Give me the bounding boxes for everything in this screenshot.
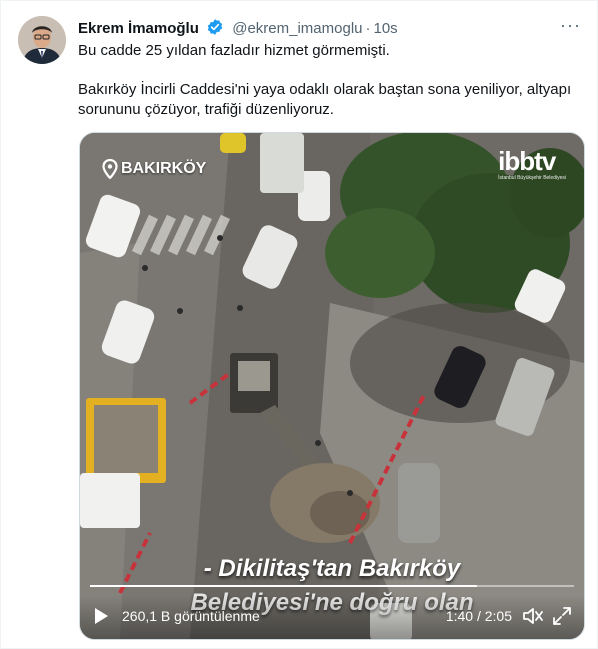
video-subtitle-line1: - Dikilitaş'tan Bakırköy <box>203 555 461 582</box>
location-overlay: BAKIRKÖY <box>102 159 206 179</box>
tweet-time[interactable]: 10s <box>374 20 398 37</box>
view-count: 260,1 B görüntülenme <box>122 608 260 624</box>
video-progress-fill <box>90 585 478 587</box>
author-handle[interactable]: @ekrem_imamoglu <box>232 20 362 37</box>
ibbtv-logo: ibbtv İstanbul Büyükşehir Belediyesi <box>498 147 566 181</box>
play-icon[interactable] <box>92 606 110 631</box>
current-time: 1:40 <box>445 608 474 624</box>
duration: 2:05 <box>484 608 512 624</box>
more-icon[interactable]: ··· <box>560 15 581 36</box>
separator-dot: · <box>365 20 371 37</box>
video-progress-bar[interactable] <box>90 585 574 587</box>
tweet-text: Bu cadde 25 yıldan fazladır hizmet görme… <box>78 41 583 139</box>
video-controls: 260,1 B görüntülenme 1:40 / 2:05 <box>80 595 584 639</box>
author-name[interactable]: Ekrem İmamoğlu <box>78 20 199 37</box>
volume-icon[interactable] <box>522 606 544 631</box>
fullscreen-icon[interactable] <box>552 606 572 631</box>
tweet-text-line1: Bu cadde 25 yıldan fazladır hizmet görme… <box>78 42 390 59</box>
video-player[interactable]: BAKIRKÖY ibbtv İstanbul Büyükşehir Beled… <box>79 132 585 640</box>
logo-text: ibbtv <box>498 146 556 176</box>
video-timecode: 1:40 / 2:05 <box>446 608 512 624</box>
avatar[interactable] <box>18 16 66 64</box>
verified-icon <box>206 18 224 40</box>
time-separator: / <box>476 608 481 624</box>
tweet-text-line2: Bakırköy İncirli Caddesi'ni yaya odaklı … <box>78 81 572 118</box>
logo-subtext: İstanbul Büyükşehir Belediyesi <box>498 175 566 181</box>
tweet-header: Ekrem İmamoğlu @ekrem_imamoglu · 10s <box>78 18 577 38</box>
avatar-image <box>18 16 66 64</box>
location-label: BAKIRKÖY <box>121 160 207 177</box>
tweet-card[interactable]: Ekrem İmamoğlu @ekrem_imamoglu · 10s ··· B… <box>0 0 598 649</box>
location-pin-icon <box>102 159 118 179</box>
